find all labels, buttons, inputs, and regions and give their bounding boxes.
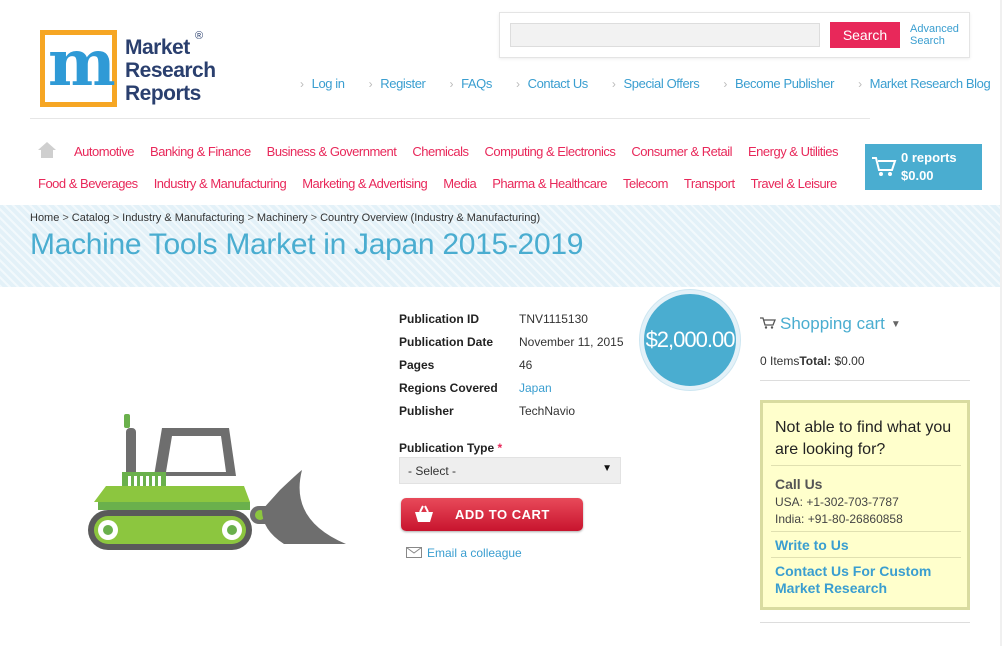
pages-value: 46 xyxy=(519,358,533,372)
dropdown-triangle-icon: ▼ xyxy=(890,319,901,330)
breadcrumb: Home > Catalog > Industry & Manufacturing > Ma… xyxy=(30,212,541,224)
category-nav-row-1: Automotive Banking & Finance Business & … xyxy=(74,144,854,159)
write-to-us-link[interactable]: Write to Us xyxy=(775,537,965,554)
publisher-value: TechNavio xyxy=(519,404,576,418)
cart-report-count: 0 reports xyxy=(901,150,957,165)
category-travel-leisure[interactable]: Travel & Leisure xyxy=(751,176,838,191)
publication-date-value: November 11, 2015 xyxy=(519,335,624,349)
shopping-cart-title[interactable]: Shopping cart ▼ xyxy=(760,314,901,334)
title-banner: Home > Catalog > Industry & Manufacturing > Ma… xyxy=(0,205,1000,287)
publication-id-value: TNV1115130 xyxy=(519,312,588,326)
cart-total-label: Total: xyxy=(799,354,832,368)
header-cart-button[interactable]: 0 reports $0.00 xyxy=(865,144,982,190)
category-marketing-advertising[interactable]: Marketing & Advertising xyxy=(302,176,428,191)
select-value: - Select - xyxy=(408,464,457,478)
category-energy-utilities[interactable]: Energy & Utilities xyxy=(748,144,838,159)
header-divider xyxy=(30,118,870,119)
shopping-cart-summary: 0 ItemsTotal: $0.00 xyxy=(760,354,865,368)
search-input[interactable] xyxy=(510,23,820,47)
logo-mark: m xyxy=(40,26,117,107)
search-button[interactable]: Search xyxy=(830,22,900,48)
category-food-beverages[interactable]: Food & Beverages xyxy=(38,176,138,191)
help-title: Not able to find what you are looking fo… xyxy=(775,419,952,458)
price-badge: $2,000.00 xyxy=(640,290,740,390)
page-title: Machine Tools Market in Japan 2015-2019 xyxy=(30,228,584,261)
envelope-icon xyxy=(406,547,422,558)
india-phone: India: +91-80-26860858 xyxy=(775,512,903,526)
category-automotive[interactable]: Automotive xyxy=(74,144,135,159)
category-telecom[interactable]: Telecom xyxy=(623,176,668,191)
become-publisher-link[interactable]: Become Publisher xyxy=(723,76,835,92)
product-illustration xyxy=(88,414,346,550)
chevron-down-icon: ▼ xyxy=(602,463,612,474)
special-offers-link[interactable]: Special Offers xyxy=(612,76,700,92)
call-us-heading: Call Us xyxy=(775,476,823,492)
custom-research-link[interactable]: Contact Us For Custom Market Research xyxy=(775,563,965,597)
basket-icon xyxy=(415,505,433,522)
category-transport[interactable]: Transport xyxy=(684,176,735,191)
breadcrumb-industry[interactable]: Industry & Manufacturing xyxy=(122,212,244,224)
home-icon[interactable] xyxy=(38,142,56,158)
category-pharma-healthcare[interactable]: Pharma & Healthcare xyxy=(492,176,607,191)
usa-phone: USA: +1-302-703-7787 xyxy=(775,495,899,509)
cart-total-value: $0.00 xyxy=(834,354,865,368)
category-chemicals[interactable]: Chemicals xyxy=(412,144,469,159)
breadcrumb-country-overview[interactable]: Country Overview (Industry & Manufacturi… xyxy=(320,212,540,224)
contact-link[interactable]: Contact Us xyxy=(516,76,589,92)
category-nav-row-2: Food & Beverages Industry & Manufacturin… xyxy=(38,176,853,191)
category-media[interactable]: Media xyxy=(443,176,476,191)
sidebar-divider xyxy=(760,380,970,381)
email-colleague-link[interactable]: Email a colleague xyxy=(406,546,522,560)
login-link[interactable]: Log in xyxy=(300,76,345,92)
cart-icon xyxy=(760,317,776,329)
sidebar-bottom-divider xyxy=(760,622,970,623)
cart-icon xyxy=(872,157,897,176)
publication-type-select[interactable]: - Select - ▼ xyxy=(399,457,621,484)
blog-link[interactable]: Market Research Blog xyxy=(858,76,991,92)
cart-items-count: 0 Items xyxy=(760,354,800,368)
advanced-search-link[interactable]: Advanced Search xyxy=(910,23,970,47)
top-nav: Log in Register FAQs Contact Us Special … xyxy=(300,76,1002,92)
search-box: Search Advanced Search xyxy=(499,12,970,58)
breadcrumb-catalog[interactable]: Catalog xyxy=(72,212,110,224)
add-to-cart-button[interactable]: ADD TO CART xyxy=(401,498,583,531)
faqs-link[interactable]: FAQs xyxy=(449,76,492,92)
category-banking-finance[interactable]: Banking & Finance xyxy=(150,144,251,159)
help-box: Not able to find what you are looking fo… xyxy=(760,400,970,610)
category-industry-manufacturing[interactable]: Industry & Manufacturing xyxy=(154,176,287,191)
required-marker: * xyxy=(497,441,503,455)
regions-link[interactable]: Japan xyxy=(519,381,552,395)
category-consumer-retail[interactable]: Consumer & Retail xyxy=(631,144,732,159)
logo-letter: m xyxy=(48,26,116,101)
publication-type-label: Publication Type * xyxy=(399,441,503,455)
logo-wordmark: Market Research Reports xyxy=(125,36,216,105)
breadcrumb-machinery[interactable]: Machinery xyxy=(257,212,308,224)
breadcrumb-home[interactable]: Home xyxy=(30,212,59,224)
cart-amount: $0.00 xyxy=(901,168,934,183)
register-link[interactable]: Register xyxy=(369,76,426,92)
registered-mark: ® xyxy=(195,30,204,42)
category-business-government[interactable]: Business & Government xyxy=(267,144,397,159)
site-logo[interactable]: m Market Research Reports ® xyxy=(40,26,220,110)
category-computing-electronics[interactable]: Computing & Electronics xyxy=(485,144,616,159)
